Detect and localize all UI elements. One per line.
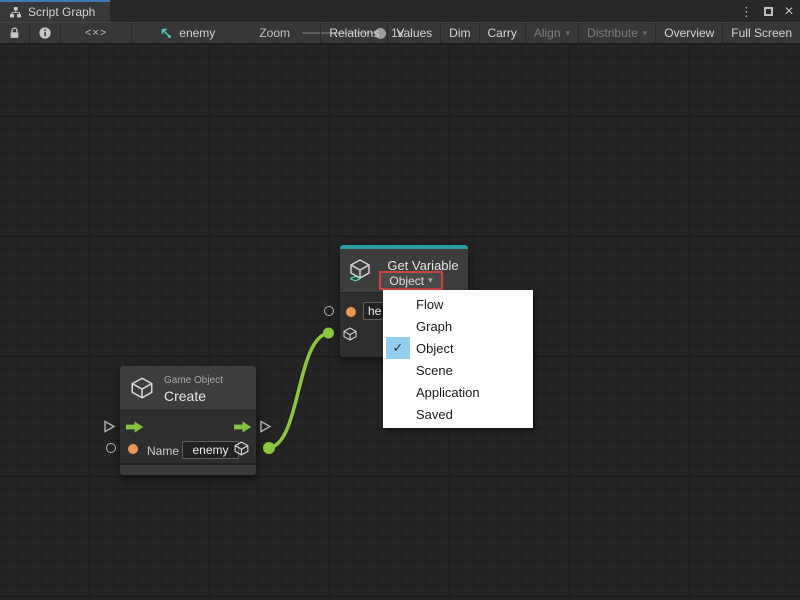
graph-toolbar: <×> enemy Zoom 1x Relations Values Dim C… — [0, 22, 800, 44]
menu-item-application[interactable]: Application — [383, 381, 533, 403]
variable-scope-dropdown[interactable]: Object▾ — [379, 271, 443, 290]
menu-item-scene[interactable]: Scene — [383, 359, 533, 381]
values-button[interactable]: Values — [387, 23, 440, 43]
flow-output-arrow-icon[interactable] — [234, 421, 252, 433]
name-port-label: Name — [147, 444, 179, 458]
edit-graph-button[interactable]: <×> — [61, 23, 131, 43]
distribute-button[interactable]: Distribute▾ — [578, 23, 655, 43]
overview-button[interactable]: Overview — [655, 23, 722, 43]
lock-icon — [8, 26, 21, 40]
title-bar: Script Graph ⋮ ✕ — [0, 0, 800, 22]
zoom-label: Zoom — [259, 26, 290, 40]
variable-name-port-dot[interactable] — [346, 307, 356, 317]
script-graph-window: Script Graph ⋮ ✕ <×> — [0, 0, 800, 600]
create-node[interactable]: Game Object Create Name enemy — [120, 366, 256, 475]
name-input-port-dot[interactable] — [128, 444, 138, 454]
window-menu-icon[interactable]: ⋮ — [740, 5, 753, 18]
lock-button[interactable] — [0, 23, 29, 43]
variable-scope-menu: Flow Graph ✓ Object Scene Application Sa… — [383, 290, 533, 428]
menu-item-object[interactable]: ✓ Object — [383, 337, 533, 359]
menu-item-flow[interactable]: Flow — [383, 293, 533, 315]
flow-input-outer-port[interactable] — [103, 420, 116, 433]
name-input-field[interactable]: enemy — [182, 441, 239, 459]
align-button[interactable]: Align▾ — [525, 23, 578, 43]
create-node-subtitle: Game Object — [164, 375, 223, 386]
tab-script-graph[interactable]: Script Graph — [0, 0, 110, 22]
tab-title: Script Graph — [28, 5, 95, 19]
create-node-title: Create — [164, 388, 206, 404]
maximize-icon[interactable] — [764, 7, 773, 16]
game-object-cube-icon — [129, 375, 155, 401]
graph-breadcrumb[interactable]: enemy — [158, 26, 215, 40]
variable-name-outer-port[interactable] — [324, 306, 334, 316]
flow-output-outer-port[interactable] — [259, 420, 272, 433]
create-node-footer — [120, 465, 256, 475]
menu-item-graph[interactable]: Graph — [383, 315, 533, 337]
relations-button[interactable]: Relations — [320, 23, 387, 43]
graph-name: enemy — [179, 26, 215, 40]
info-button[interactable] — [30, 23, 60, 43]
code-icon: <×> — [69, 27, 123, 39]
chevron-down-icon: ▾ — [643, 28, 648, 39]
flow-input-arrow-icon[interactable] — [126, 421, 144, 433]
graph-tree-icon — [9, 6, 22, 19]
carry-button[interactable]: Carry — [479, 23, 525, 43]
dim-button[interactable]: Dim — [440, 23, 478, 43]
info-icon — [38, 26, 52, 40]
chevron-down-icon: ▾ — [428, 275, 433, 286]
close-icon[interactable]: ✕ — [784, 5, 794, 17]
name-outer-port[interactable] — [106, 443, 116, 453]
variable-type-icon: <> — [350, 274, 360, 285]
menu-item-saved[interactable]: Saved — [383, 403, 533, 425]
create-node-header[interactable]: Game Object Create — [120, 366, 256, 411]
variable-output-port-icon[interactable] — [342, 326, 358, 342]
checkmark-icon: ✓ — [386, 337, 410, 359]
fullscreen-button[interactable]: Full Screen — [722, 23, 800, 43]
graph-icon — [158, 26, 173, 40]
gameobject-output-port-icon[interactable] — [233, 440, 250, 457]
chevron-down-icon: ▾ — [566, 28, 571, 39]
